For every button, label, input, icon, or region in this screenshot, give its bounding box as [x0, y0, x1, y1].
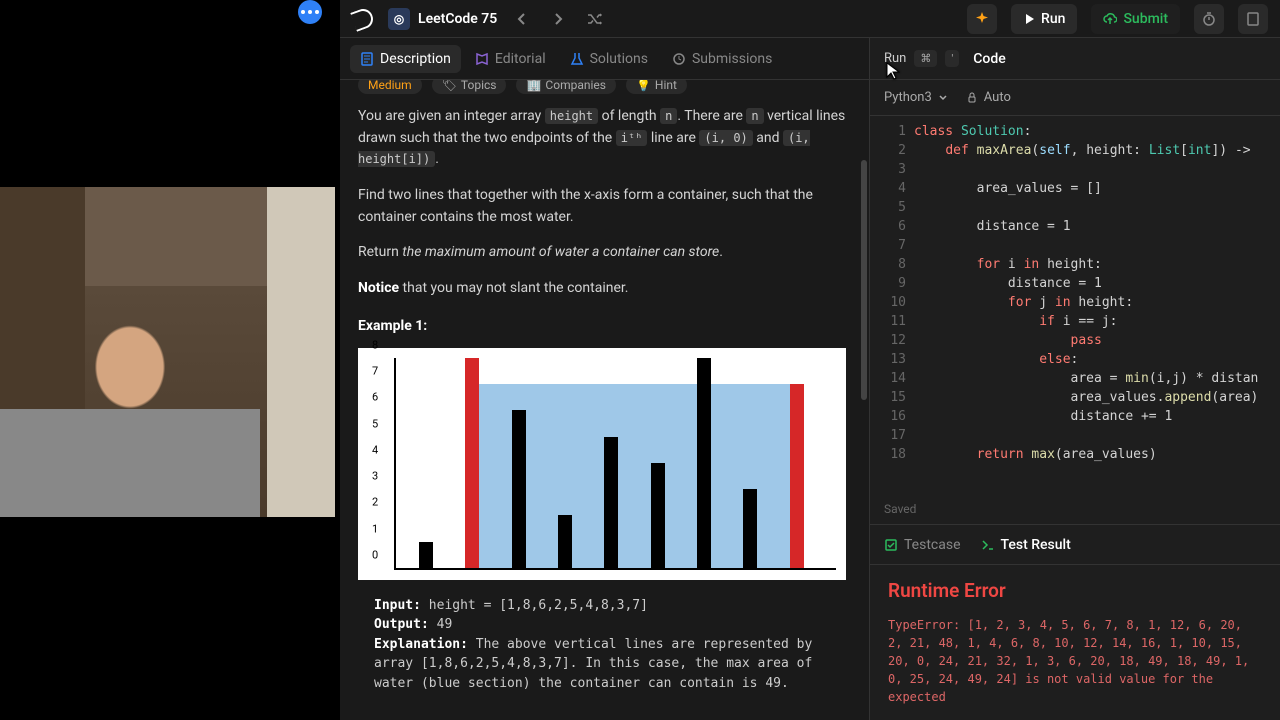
next-problem-button[interactable]: [547, 8, 569, 30]
auto-toggle[interactable]: Auto: [966, 90, 1011, 105]
companies-tag[interactable]: 🏢 Companies: [516, 80, 616, 94]
difficulty-badge: Medium: [358, 80, 422, 94]
chevron-down-icon: [938, 93, 948, 103]
prev-problem-button[interactable]: [511, 8, 533, 30]
problem-content: Medium 🏷 Topics 🏢 Companies 💡 Hint You a…: [340, 80, 869, 720]
timer-button[interactable]: [1194, 4, 1224, 34]
book-icon: [475, 52, 489, 66]
problem-panel: Description Editorial Solutions Submissi…: [340, 38, 870, 720]
problem-statement: You are given an integer array height of…: [358, 106, 851, 300]
error-title: Runtime Error: [888, 579, 1262, 602]
code-tab[interactable]: Code: [973, 51, 1005, 67]
hint-tag[interactable]: 💡 Hint: [626, 80, 687, 94]
cloud-upload-icon: [1103, 12, 1117, 26]
example-chart: 012345678: [358, 348, 846, 580]
tab-description[interactable]: Description: [350, 45, 461, 73]
play-icon: [1023, 13, 1035, 25]
tab-test-result[interactable]: Test Result: [981, 537, 1071, 553]
language-select[interactable]: Python3: [884, 90, 948, 105]
topics-tag[interactable]: 🏷 Topics: [432, 80, 507, 94]
submit-button[interactable]: Submit: [1091, 4, 1180, 34]
back-to-list-icon[interactable]: [352, 8, 374, 30]
flask-icon: [570, 52, 584, 66]
terminal-icon: [981, 538, 995, 552]
options-button[interactable]: [298, 0, 322, 24]
tab-testcase[interactable]: Testcase: [884, 537, 961, 553]
code-panel: Run ⌘ ' Code Python3 Auto 12345678910111…: [870, 38, 1280, 720]
scrollbar[interactable]: [861, 160, 867, 400]
problem-tabs: Description Editorial Solutions Submissi…: [340, 38, 869, 80]
tag-row: Medium 🏷 Topics 🏢 Companies 💡 Hint: [358, 80, 851, 94]
shuffle-button[interactable]: [583, 8, 605, 30]
shortcut-cmd-icon: ⌘: [914, 50, 937, 67]
lock-icon: [966, 92, 978, 104]
check-square-icon: [884, 538, 898, 552]
video-sidebar: [0, 0, 340, 720]
result-body: Runtime Error TypeError: [1, 2, 3, 4, 5,…: [870, 564, 1280, 720]
sparkle-button[interactable]: [967, 4, 997, 34]
example-io: Input: height = [1,8,6,2,5,4,8,3,7] Outp…: [358, 596, 851, 694]
list-icon: ◎: [388, 8, 410, 30]
run-mini-button[interactable]: Run ⌘ ': [884, 50, 959, 67]
example-1-label: Example 1:: [358, 318, 851, 334]
notes-button[interactable]: [1238, 4, 1268, 34]
line-numbers: 123456789101112131415161718: [870, 116, 914, 494]
code-editor[interactable]: 123456789101112131415161718 class Soluti…: [870, 116, 1280, 494]
tab-submissions[interactable]: Submissions: [662, 45, 782, 73]
run-button[interactable]: Run: [1011, 4, 1077, 34]
tab-solutions[interactable]: Solutions: [560, 45, 658, 73]
webcam-feed: [0, 187, 335, 517]
clock-icon: [672, 52, 686, 66]
tab-editorial[interactable]: Editorial: [465, 45, 556, 73]
description-icon: [360, 52, 374, 66]
topbar: ◎ LeetCode 75 Run Submit: [340, 0, 1280, 38]
shortcut-quote-icon: ': [945, 50, 959, 67]
error-message: TypeError: [1, 2, 3, 4, 5, 6, 7, 8, 1, 1…: [888, 616, 1262, 706]
saved-status: Saved: [870, 494, 1280, 524]
problem-list-title[interactable]: ◎ LeetCode 75: [388, 8, 497, 30]
